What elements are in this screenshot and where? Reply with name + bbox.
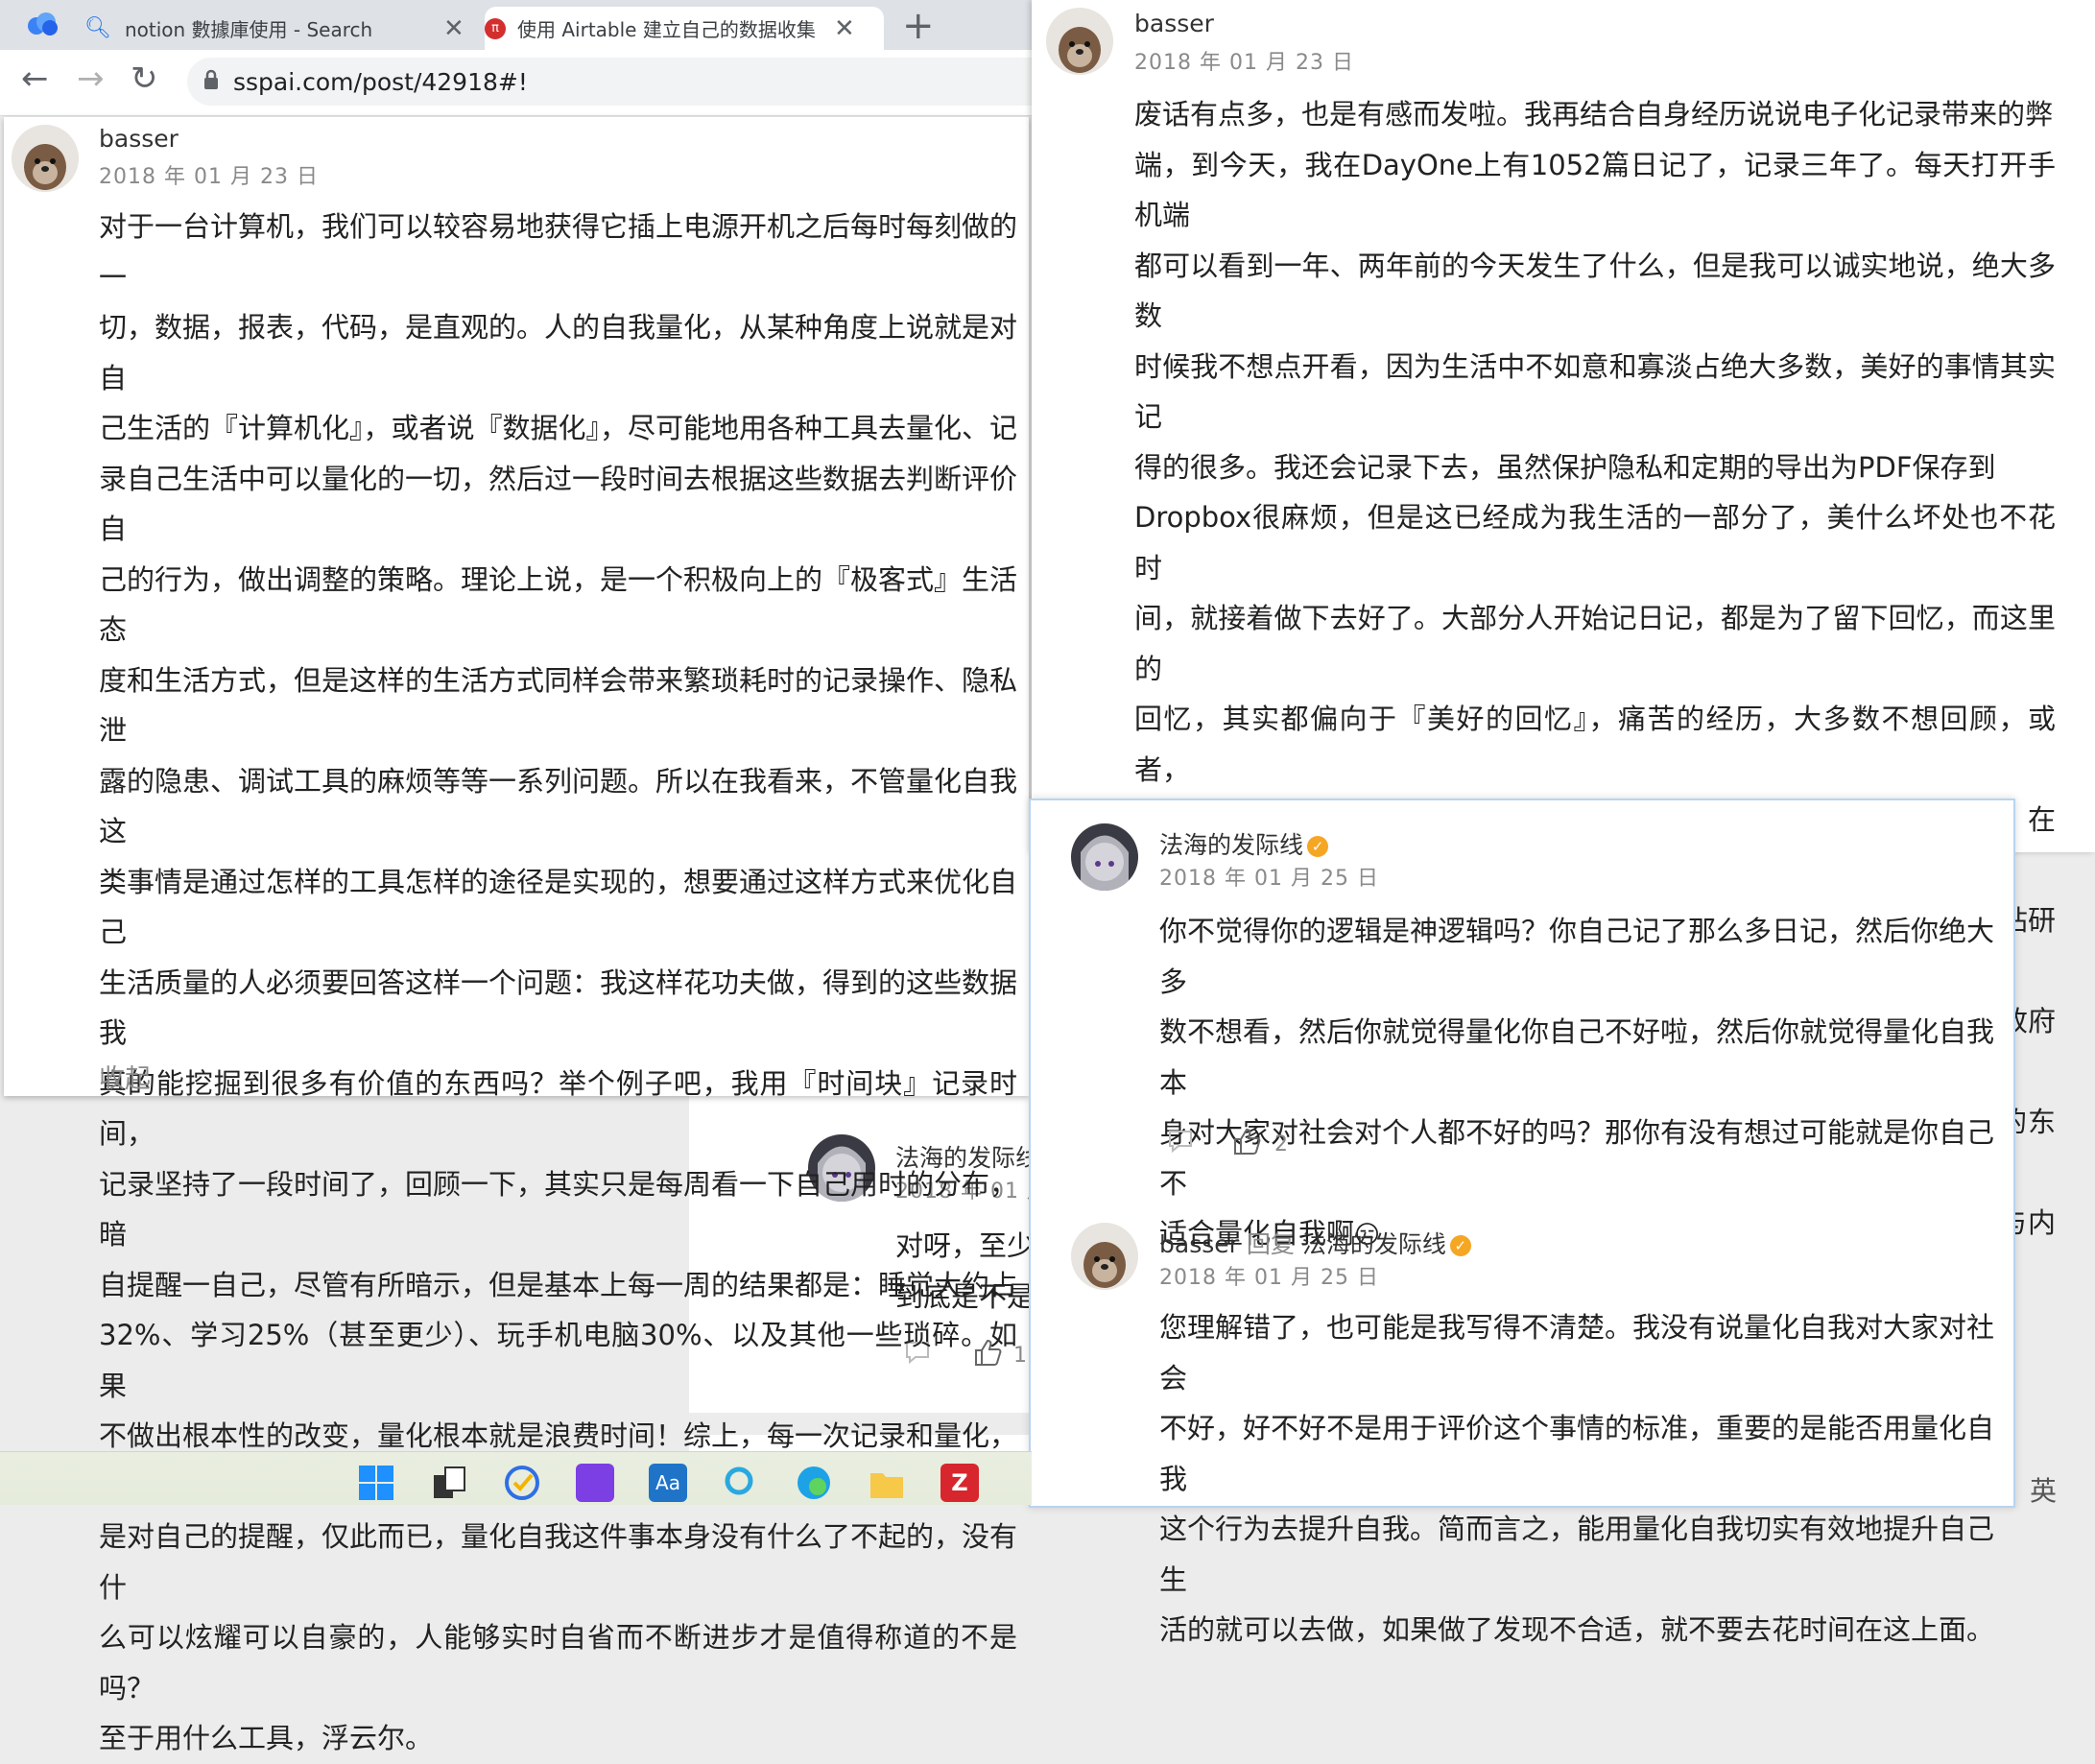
comment-line: 度和生活方式，但是这样的生活方式同样会带来繁琐耗时的记录操作、隐私泄	[99, 663, 1018, 748]
new-tab-button[interactable]: +	[902, 4, 935, 48]
author-name[interactable]: basser	[1159, 1230, 1239, 1258]
comment-line: 得的很多。我还会记录下去，虽然保护隐私和定期的导出为PDF保存到	[1134, 450, 1996, 484]
edge-browser-icon[interactable]	[795, 1464, 833, 1502]
comment-author[interactable]: 法海的发际线 ✓	[1159, 826, 1329, 861]
avatar[interactable]	[1071, 823, 1138, 891]
comment-date: 2018 年 01 月 23 日	[1134, 51, 1354, 75]
comment-line: 真的能挖掘到很多有价值的东西吗？举个例子吧，我用『时间块』记录时间，	[99, 1066, 1017, 1151]
comment-line: 不好，好不好不是用于评价这个事情的标准，重要的是能否用量化自我	[1159, 1412, 1995, 1495]
comment-date: 2018 年 01 月 23 日	[99, 165, 319, 189]
avatar[interactable]	[1046, 8, 1113, 75]
comment-line: 记录坚持了一段时间了，回顾一下，其实只是每周看一下自己用时的分布，暗	[99, 1167, 1018, 1251]
comment-popup-left: basser 2018 年 01 月 23 日 对于一台计算机，我们可以较容易地…	[4, 117, 1029, 1754]
file-explorer-icon[interactable]	[868, 1464, 906, 1502]
input-method-indicator[interactable]: 英	[2030, 1470, 2057, 1509]
comment-line: 都可以看到一年、两年前的今天发生了什么，但是我可以诚实地说，绝大多数	[1134, 249, 2056, 333]
comment-line: 生活质量的人必须要回答这样一个问题：我这样花功夫做，得到的这些数据我	[99, 965, 1018, 1050]
tab-title: notion 數據庫使用 - Search	[124, 18, 373, 41]
fingerprint-app-icon[interactable]	[576, 1464, 614, 1502]
start-menu-icon[interactable]	[357, 1464, 395, 1502]
comment-line: 己的行为，做出调整的策略。理论上说，是一个积极向上的『极客式』生活态	[99, 562, 1018, 647]
comment-date: 2018 年 01 月 25 日	[1159, 867, 1379, 891]
comment-line: 是对自己的提醒，仅此而已，量化自我这件事本身没有什么了不起的，没有什	[99, 1520, 1018, 1604]
comment-author: basser 回复 法海的发际线 ✓	[1159, 1226, 1471, 1260]
comment-line: 至于用什么工具，浮云尔。	[99, 1722, 434, 1754]
comment-popup-right: basser 2018 年 01 月 23 日 废话有点多，也是有感而发啦。我再…	[1032, 0, 2095, 1340]
url-text: sspai.com/post/42918#!	[233, 67, 528, 96]
comment-line: 露的隐患、调试工具的麻烦等等一系列问题。所以在我看来，不管量化自我这	[99, 764, 1018, 848]
comment-actions: 2	[1167, 1127, 1288, 1161]
avatar[interactable]	[1071, 1223, 1138, 1290]
comment-line: Dropbox很麻烦，但是这已经成为我生活的一部分了，美什么坏处也不花时	[1134, 501, 2056, 584]
comment-line: 你不觉得你的逻辑是神逻辑吗？你自己记了那么多日记，然后你绝大多	[1159, 915, 1995, 998]
comment-date: 2018 年 01 月 25 日	[1159, 1266, 1379, 1290]
comment-line: 回忆，其实都偏向于『美好的回忆』，痛苦的经历，大多数不想回顾，或者，	[1134, 703, 2056, 786]
tab-airtable-article[interactable]: π 使用 Airtable 建立自己的数据收集 ✕	[485, 7, 884, 50]
avatar[interactable]	[12, 125, 79, 192]
comment-line: 您理解错了，也可能是我写得不清楚。我没有说量化自我对大家对社会	[1159, 1311, 1995, 1395]
comment-line: 么可以炫耀可以自豪的，人能够实时自省而不断进步才是值得称道的不是吗？	[99, 1621, 1017, 1704]
back-button[interactable]: ←	[21, 60, 49, 98]
task-view-icon[interactable]	[430, 1464, 468, 1502]
zotero-app-icon[interactable]: Z	[940, 1464, 979, 1502]
comment-author[interactable]: basser	[1134, 10, 1214, 37]
tab-close-icon[interactable]: ✕	[443, 14, 464, 43]
comment-line: 类事情是通过怎样的工具怎样的途径是实现的，想要通过这样方式来优化自己	[99, 865, 1018, 949]
comment-line: 切，数据，报表，代码，是直观的。人的自我量化，从某种角度上说就是对自	[99, 311, 1018, 394]
tab-notion-search[interactable]: 🔍︎ notion 數據庫使用 - Search ✕	[84, 7, 478, 50]
like-icon[interactable]	[1232, 1127, 1263, 1161]
comment-line: 活的就可以去做，如果做了发现不合适，就不要去花时间在这上面。	[1159, 1613, 1995, 1646]
reply-label: 回复	[1246, 1230, 1295, 1258]
dictionary-app-icon[interactable]: Aa	[649, 1464, 687, 1502]
comment-body: 您理解错了，也可能是我写得不清楚。我没有说量化自我对大家对社会 不好，好不好不是…	[1159, 1302, 1994, 1656]
browser-toolbar: ← → ↻ sspai.com/post/42918#!	[0, 50, 1032, 116]
reply-to-name[interactable]: 法海的发际线	[1302, 1230, 1446, 1258]
browser-profile-icon[interactable]	[23, 10, 61, 38]
windows-taskbar: Aa Z	[0, 1451, 1032, 1505]
comment-line: 端，到今天，我在DayOne上有1052篇日记了，记录三年了。每天打开手机端	[1134, 148, 2056, 232]
comment-line: 数不想看，然后你就觉得量化你自己不好啦，然后你就觉得量化自我本	[1159, 1015, 1995, 1099]
comment-line: 时候我不想点开看，因为生活中不如意和寡淡占绝大多数，美好的事情其实记	[1134, 349, 2056, 434]
forward-button[interactable]: →	[77, 60, 105, 98]
comment-line: 己生活的『计算机化』，或者说『数据化』，尽可能地用各种工具去量化、记	[99, 412, 1018, 444]
comment-body: 对于一台计算机，我们可以较容易地获得它插上电源开机之后每时每刻做的一 切，数据，报…	[99, 202, 1017, 1764]
comment-body: 你不觉得你的逻辑是神逻辑吗？你自己记了那么多日记，然后你绝大多 数不想看，然后你…	[1159, 906, 1994, 1261]
collapse-link[interactable]: 收起	[99, 1058, 151, 1095]
address-bar[interactable]: sspai.com/post/42918#!	[187, 58, 1032, 106]
comment-line: 这个行为去提升自我。简而言之，能用量化自我切实有效地提升自己生	[1159, 1513, 1995, 1596]
search-icon: 🔍︎	[84, 16, 111, 40]
browser-tab-strip: 🔍︎ notion 數據庫使用 - Search ✕ π 使用 Airtable…	[0, 0, 1032, 50]
like-count: 2	[1274, 1132, 1288, 1156]
reply-thread-popup: 法海的发际线 ✓ 2018 年 01 月 25 日 你不觉得你的逻辑是神逻辑吗？你…	[1029, 799, 2015, 1646]
tab-close-icon[interactable]: ✕	[834, 14, 855, 43]
tab-title: 使用 Airtable 建立自己的数据收集	[517, 18, 816, 41]
comment-author[interactable]: basser	[99, 125, 179, 153]
todo-app-icon[interactable]	[503, 1464, 541, 1502]
comment-line: 32%、学习25%（甚至更少）、玩手机电脑30%、以及其他一些琐碎。如果	[99, 1319, 1017, 1402]
comment-line: 废话有点多，也是有感而发啦。我再结合自身经历说说电子化记录带来的弊	[1134, 98, 2054, 131]
verified-badge-icon: ✓	[1307, 836, 1329, 857]
reply-icon[interactable]	[1167, 1129, 1194, 1159]
comment-line: 录自己生活中可以量化的一切，然后过一段时间去根据这些数据去判断评价自	[99, 462, 1018, 546]
lock-icon	[202, 69, 220, 94]
comment-line: 对于一台计算机，我们可以较容易地获得它插上电源开机之后每时每刻做的一	[99, 210, 1018, 294]
sspai-favicon-icon: π	[485, 17, 506, 39]
reload-button[interactable]: ↻	[131, 60, 158, 98]
search-app-icon[interactable]	[722, 1464, 760, 1502]
comment-line: 自提醒一自己，尽管有所暗示，但是基本上每一周的结果都是：睡觉大约占	[99, 1268, 1018, 1301]
verified-badge-icon: ✓	[1449, 1235, 1471, 1256]
comment-line: 间，就接着做下去好了。大部分人开始记日记，都是为了留下回忆，而这里的	[1134, 602, 2056, 685]
author-name[interactable]: 法海的发际线	[1159, 831, 1303, 859]
